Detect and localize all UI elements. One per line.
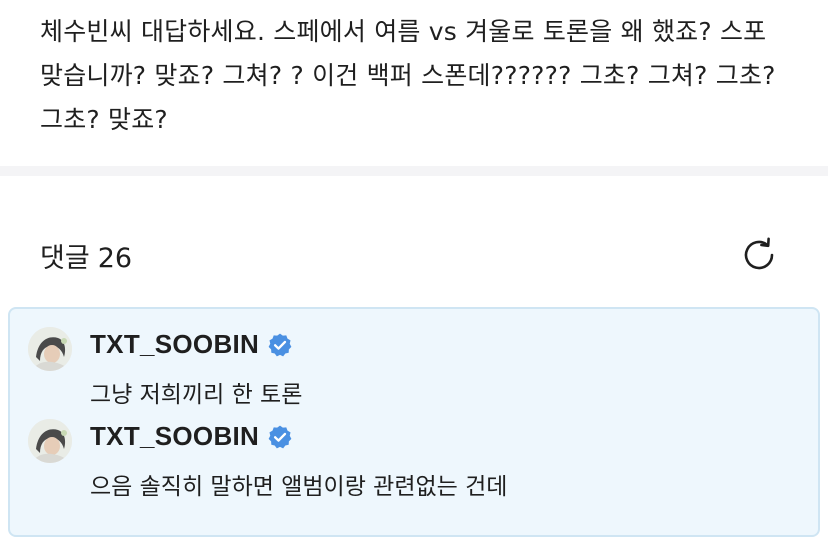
author-name: TXT_SOOBIN: [90, 329, 260, 359]
comment-thread: TXT_SOOBIN 그냥 저희끼리 한 토론 TXT_SOOBIN 으음 솔직…: [8, 307, 820, 537]
verified-icon: [267, 424, 293, 450]
comment-author[interactable]: TXT_SOOBIN: [90, 329, 293, 360]
comment-author[interactable]: TXT_SOOBIN: [90, 421, 293, 452]
author-name: TXT_SOOBIN: [90, 421, 260, 451]
refresh-button[interactable]: [738, 234, 780, 276]
section-divider: [0, 166, 828, 176]
refresh-icon: [744, 237, 774, 270]
avatar[interactable]: [28, 327, 72, 371]
avatar[interactable]: [28, 419, 72, 463]
comment-text: 으음 솔직히 말하면 앨범이랑 관련없는 건데: [90, 474, 508, 500]
post-body: 체수빈씨 대답하세요. 스페에서 여름 vs 겨울로 토론을 왜 했죠? 스포 …: [0, 0, 828, 166]
post-text: 체수빈씨 대답하세요. 스페에서 여름 vs 겨울로 토론을 왜 했죠? 스포 …: [40, 17, 776, 134]
comments-label: 댓글: [40, 243, 90, 274]
comments-count: 26: [97, 243, 133, 274]
verified-icon: [267, 332, 293, 358]
comment-text: 그냥 저희끼리 한 토론: [90, 382, 303, 408]
comments-title: 댓글 26: [40, 236, 132, 275]
comments-header: 댓글 26: [0, 176, 828, 302]
